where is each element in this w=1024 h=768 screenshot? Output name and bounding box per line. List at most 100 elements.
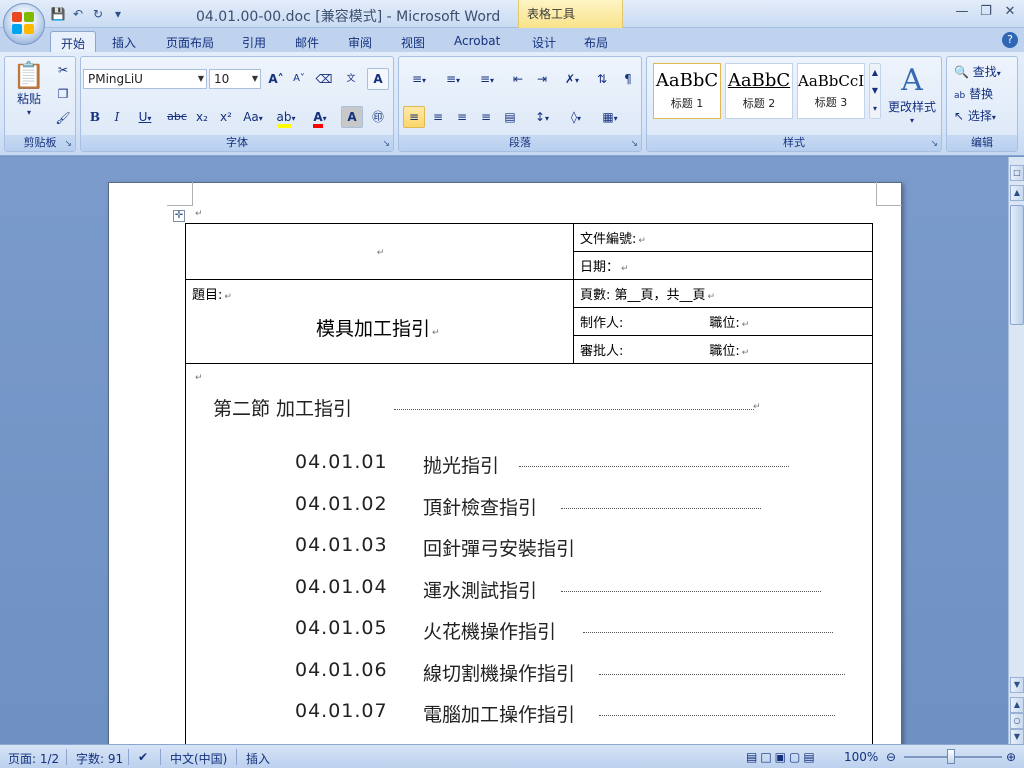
tab-acrobat[interactable]: Acrobat bbox=[444, 31, 510, 52]
zoom-level[interactable]: 100% bbox=[844, 750, 878, 764]
align-right-button[interactable]: ≡ bbox=[451, 106, 473, 128]
show-marks-icon[interactable]: ¶ bbox=[617, 68, 639, 90]
undo-icon[interactable]: ↶ bbox=[70, 6, 86, 22]
decrease-indent-icon[interactable]: ⇤ bbox=[507, 68, 529, 90]
format-painter-icon[interactable]: 🖌 bbox=[53, 107, 73, 129]
author-cell[interactable]: 制作人: 職位: ↵ bbox=[573, 307, 873, 336]
replace-button[interactable]: ab 替换 bbox=[949, 83, 1015, 105]
toc-title[interactable]: 火花機操作指引 bbox=[423, 617, 556, 644]
zoom-in-icon[interactable]: ⊕ bbox=[1006, 750, 1016, 764]
phonetic-guide-icon[interactable]: 文 bbox=[339, 68, 363, 90]
date-cell[interactable]: 日期： ↵ bbox=[573, 251, 873, 280]
previous-page-icon[interactable]: ▲ bbox=[1010, 697, 1024, 713]
office-button[interactable] bbox=[3, 3, 45, 45]
sort-icon[interactable]: ⇅ bbox=[591, 68, 613, 90]
toc-title[interactable]: 抛光指引 bbox=[423, 451, 499, 478]
style-heading-2[interactable]: AaBbC 标题 2 bbox=[725, 63, 793, 119]
toc-title[interactable]: 運水測試指引 bbox=[423, 576, 537, 603]
distributed-button[interactable]: ▤ bbox=[499, 106, 521, 128]
toc-title[interactable]: 電腦加工操作指引 bbox=[423, 700, 575, 727]
vertical-scrollbar[interactable]: □ ▲ ▼ ▲ ○ ▼ bbox=[1008, 157, 1024, 745]
change-case-button[interactable]: Aa▾ bbox=[239, 106, 267, 128]
tab-insert[interactable]: 插入 bbox=[102, 31, 146, 52]
approver-cell[interactable]: 審批人: 職位: ↵ bbox=[573, 335, 873, 364]
help-icon[interactable]: ? bbox=[1002, 32, 1018, 48]
zoom-out-icon[interactable]: ⊖ bbox=[886, 750, 896, 764]
change-styles-button[interactable]: A 更改样式 ▾ bbox=[885, 61, 939, 131]
chinese-layout-icon[interactable]: ✗▾ bbox=[557, 68, 587, 90]
subject-cell[interactable]: 題目: ↵ 模具加工指引 ↵ bbox=[185, 279, 574, 364]
align-left-button[interactable]: ≡ bbox=[403, 106, 425, 128]
font-size-select[interactable]: 10 ▼ bbox=[209, 69, 261, 89]
view-buttons[interactable]: ▤□▣▢▤ bbox=[746, 750, 818, 764]
tab-design[interactable]: 设计 bbox=[522, 31, 566, 52]
document-area[interactable]: ✛ ↵ ↵ 文件編號: ↵ 日期： ↵ 題目: ↵ 模具加工指引 ↵ 頁數: 第__頁，… bbox=[0, 157, 1008, 744]
toc-title[interactable]: 線切割機操作指引 bbox=[423, 659, 575, 686]
character-border-button[interactable]: A bbox=[367, 68, 389, 90]
justify-button[interactable]: ≡ bbox=[475, 106, 497, 128]
styles-scroll[interactable]: ▲ ▼ ▾ bbox=[869, 63, 881, 119]
font-color-button[interactable]: A▾ bbox=[305, 106, 335, 128]
align-center-button[interactable]: ≡ bbox=[427, 106, 449, 128]
tab-view[interactable]: 视图 bbox=[391, 31, 435, 52]
superscript-button[interactable]: x² bbox=[215, 106, 237, 128]
toc-title[interactable]: 頂針檢查指引 bbox=[423, 493, 537, 520]
tab-references[interactable]: 引用 bbox=[232, 31, 276, 52]
multilevel-list-icon[interactable]: ≡▾ bbox=[471, 68, 503, 90]
scroll-up-button[interactable]: ▲ bbox=[1010, 185, 1024, 201]
tab-home[interactable]: 开始 bbox=[50, 31, 97, 52]
save-icon[interactable]: 💾 bbox=[50, 6, 66, 22]
character-shading-button[interactable]: A bbox=[341, 106, 363, 128]
font-launcher-icon[interactable]: ↘ bbox=[382, 139, 390, 149]
highlight-button[interactable]: ab▾ bbox=[271, 106, 301, 128]
word-count[interactable]: 字数: 91 bbox=[76, 750, 123, 767]
bullets-icon[interactable]: ≡▾ bbox=[403, 68, 435, 90]
clear-format-icon[interactable]: ⌫ bbox=[313, 68, 335, 90]
underline-button[interactable]: U▾ bbox=[131, 106, 159, 128]
tab-page-layout[interactable]: 页面布局 bbox=[156, 31, 224, 52]
language-indicator[interactable]: 中文(中国) bbox=[170, 750, 227, 767]
styles-launcher-icon[interactable]: ↘ bbox=[930, 139, 938, 149]
enclose-characters-icon[interactable]: ㊞ bbox=[367, 106, 389, 128]
restore-button[interactable]: ❐ bbox=[976, 4, 996, 22]
copy-icon[interactable]: ❐ bbox=[53, 83, 73, 105]
bold-button[interactable]: B bbox=[85, 106, 105, 128]
shrink-font-button[interactable]: A˅ bbox=[288, 68, 310, 90]
zoom-slider-thumb[interactable] bbox=[947, 749, 955, 764]
doc-no-cell[interactable]: 文件編號: ↵ bbox=[573, 223, 873, 252]
select-button[interactable]: ↖ 选择▾ bbox=[949, 105, 1015, 127]
document-page[interactable]: ✛ ↵ ↵ 文件編號: ↵ 日期： ↵ 題目: ↵ 模具加工指引 ↵ 頁數: 第__頁，… bbox=[108, 182, 902, 744]
table-move-handle-icon[interactable]: ✛ bbox=[173, 210, 185, 222]
clipboard-launcher-icon[interactable]: ↘ bbox=[64, 139, 72, 149]
paste-button[interactable]: 📋 粘贴 ▾ bbox=[9, 59, 49, 129]
shading-icon[interactable]: ◊▾ bbox=[561, 106, 591, 128]
ruler-toggle-icon[interactable]: □ bbox=[1010, 165, 1024, 181]
italic-button[interactable]: I bbox=[107, 106, 127, 128]
font-name-select[interactable]: PMingLiU ▼ bbox=[83, 69, 207, 89]
subscript-button[interactable]: x₂ bbox=[191, 106, 213, 128]
style-heading-3[interactable]: AaBbCcI 标题 3 bbox=[797, 63, 865, 119]
pages-cell[interactable]: 頁數: 第__頁，共__頁 ↵ bbox=[573, 279, 873, 308]
toc-title[interactable]: 回針彈弓安裝指引 bbox=[423, 534, 575, 561]
tab-review[interactable]: 审阅 bbox=[338, 31, 382, 52]
proofing-icon[interactable]: ✔ bbox=[138, 750, 148, 764]
insert-mode-indicator[interactable]: 插入 bbox=[246, 750, 270, 767]
line-spacing-icon[interactable]: ↕▾ bbox=[527, 106, 557, 128]
tab-layout[interactable]: 布局 bbox=[574, 31, 618, 52]
redo-icon[interactable]: ↻ bbox=[90, 6, 106, 22]
scroll-down-button[interactable]: ▼ bbox=[1010, 677, 1024, 693]
page-indicator[interactable]: 页面: 1/2 bbox=[8, 750, 59, 767]
scrollbar-thumb[interactable] bbox=[1010, 205, 1024, 325]
next-page-icon[interactable]: ▼ bbox=[1010, 729, 1024, 745]
browse-object-icon[interactable]: ○ bbox=[1010, 713, 1024, 729]
borders-icon[interactable]: ▦▾ bbox=[595, 106, 625, 128]
numbering-icon[interactable]: ≡▾ bbox=[437, 68, 469, 90]
minimize-button[interactable]: — bbox=[952, 4, 972, 22]
find-button[interactable]: 🔍 查找▾ bbox=[949, 61, 1015, 83]
grow-font-button[interactable]: A˄ bbox=[265, 68, 287, 90]
paragraph-launcher-icon[interactable]: ↘ bbox=[630, 139, 638, 149]
customize-qat-icon[interactable]: ▾ bbox=[110, 6, 126, 22]
cut-icon[interactable]: ✂ bbox=[53, 59, 73, 81]
strikethrough-button[interactable]: abc bbox=[165, 106, 189, 128]
increase-indent-icon[interactable]: ⇥ bbox=[531, 68, 553, 90]
